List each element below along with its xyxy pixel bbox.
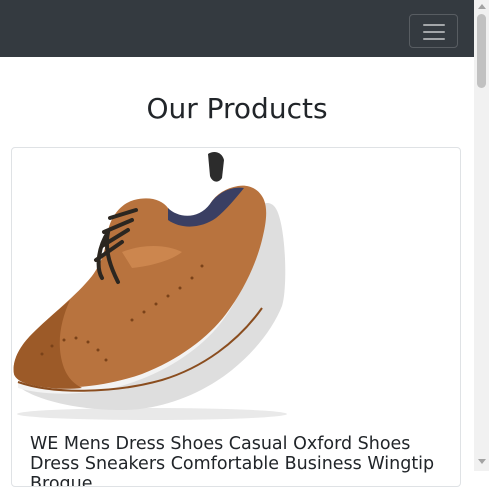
hamburger-menu-icon bbox=[423, 24, 445, 26]
product-title[interactable]: WE Mens Dress Shoes Casual Oxford Shoes … bbox=[30, 434, 448, 486]
scroll-up-arrow-icon[interactable] bbox=[477, 4, 486, 9]
scroll-thumb[interactable] bbox=[477, 14, 486, 88]
product-image[interactable] bbox=[12, 148, 302, 424]
product-card[interactable]: WE Mens Dress Shoes Casual Oxford Shoes … bbox=[11, 147, 461, 487]
top-navbar bbox=[0, 0, 474, 57]
page-title: Our Products bbox=[146, 92, 328, 125]
scroll-down-arrow-icon[interactable] bbox=[477, 459, 486, 464]
vertical-scrollbar[interactable] bbox=[474, 0, 489, 471]
navbar-toggler-button[interactable] bbox=[409, 14, 458, 48]
